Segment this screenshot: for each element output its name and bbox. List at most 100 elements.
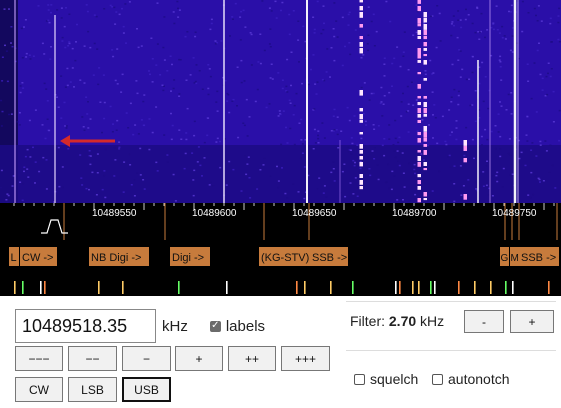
noise-speck (487, 107, 490, 110)
signal-burst (359, 108, 363, 112)
noise-speck (109, 105, 112, 108)
noise-speck (127, 127, 130, 129)
band-tag-nb-digi[interactable]: NB Digi -> (89, 247, 149, 266)
tune-up-large-button[interactable]: +++ (281, 346, 330, 371)
noise-speck (315, 93, 318, 95)
noise-speck (459, 19, 462, 21)
noise-speck (28, 54, 31, 56)
noise-speck (68, 41, 71, 43)
noise-speck (50, 4, 53, 6)
noise-speck (474, 120, 477, 122)
noise-speck (507, 152, 510, 155)
noise-speck (282, 110, 285, 112)
noise-speck (558, 7, 561, 10)
noise-speck (115, 11, 118, 13)
noise-speck (501, 37, 504, 39)
signal-burst (359, 186, 363, 190)
noise-speck (491, 175, 494, 177)
noise-speck (125, 112, 128, 114)
noise-speck (161, 84, 164, 86)
autonotch-checkbox[interactable] (432, 373, 443, 385)
band-tag-cw[interactable]: CW -> (20, 247, 57, 266)
mode-lsb-button[interactable]: LSB (68, 377, 117, 402)
band-tag-m[interactable]: M (510, 247, 519, 266)
filter-widen-button[interactable]: + (510, 310, 554, 333)
noise-speck (420, 153, 423, 155)
noise-speck (61, 40, 64, 42)
noise-speck (209, 28, 212, 31)
tune-up-small-button[interactable]: + (175, 346, 223, 371)
noise-speck (8, 113, 11, 116)
labels-checkbox[interactable]: ✓ (209, 320, 221, 332)
tune-down-small-button[interactable]: − (122, 346, 171, 371)
tick-label-2: 10489600 (192, 208, 237, 219)
noise-speck (379, 102, 382, 105)
tune-down-medium-button[interactable]: −− (68, 346, 117, 371)
noise-speck (207, 93, 210, 96)
noise-speck (263, 49, 266, 52)
labels-toggle[interactable]: ✓ labels (209, 318, 265, 335)
waterfall-display[interactable] (0, 0, 561, 203)
noise-speck (323, 137, 326, 139)
band-tag-ssb[interactable]: SSB -> (310, 247, 348, 266)
mode-usb-button[interactable]: USB (122, 377, 171, 402)
noise-speck (303, 197, 306, 200)
noise-speck (408, 162, 411, 165)
noise-speck (281, 87, 284, 90)
noise-speck (98, 67, 101, 69)
band-tag-digi[interactable]: Digi -> (170, 247, 210, 266)
noise-speck (485, 165, 488, 167)
tune-up-medium-button[interactable]: ++ (228, 346, 276, 371)
band-tag-ssb-2[interactable]: SSB -> (519, 247, 559, 266)
noise-speck (387, 163, 390, 166)
noise-speck (401, 152, 404, 154)
noise-speck (89, 163, 92, 166)
noise-speck (103, 8, 106, 10)
noise-speck (435, 46, 438, 49)
noise-speck (402, 51, 405, 53)
tick-label-3: 10489650 (292, 208, 337, 219)
noise-speck (194, 35, 197, 38)
tune-down-large-button[interactable]: −−− (15, 346, 63, 371)
noise-speck (533, 62, 536, 64)
noise-speck (23, 166, 26, 168)
band-tag-g[interactable]: G (500, 247, 509, 266)
noise-speck (510, 4, 513, 7)
noise-speck (219, 166, 222, 169)
noise-speck (239, 16, 242, 18)
signal-burst (423, 144, 427, 147)
filter-narrow-button[interactable]: - (464, 310, 504, 333)
noise-speck (530, 97, 533, 100)
noise-speck (494, 125, 497, 127)
noise-speck (81, 184, 84, 186)
squelch-checkbox[interactable] (354, 373, 365, 385)
noise-speck (314, 142, 317, 144)
signal-burst (423, 78, 427, 81)
signal-burst (417, 132, 421, 136)
noise-speck (123, 161, 126, 163)
noise-speck (259, 62, 262, 65)
noise-speck (293, 104, 296, 107)
noise-speck (429, 59, 432, 62)
noise-speck (47, 9, 50, 11)
noise-speck (124, 3, 127, 5)
signal-burst (359, 114, 363, 120)
autonotch-toggle[interactable]: autonotch (432, 371, 510, 387)
noise-speck (68, 42, 71, 45)
noise-speck (65, 127, 68, 129)
squelch-toggle[interactable]: squelch (354, 371, 418, 387)
mode-cw-button[interactable]: CW (15, 377, 63, 402)
noise-speck (452, 15, 455, 17)
noise-speck (350, 137, 353, 139)
band-tag-l[interactable]: L (9, 247, 19, 266)
band-tag-kg-stv[interactable]: (KG-STV) (259, 247, 310, 266)
frequency-scale[interactable]: 10489550 10489600 10489650 10489700 1048… (0, 203, 561, 296)
noise-speck (459, 76, 462, 78)
noise-speck (26, 168, 29, 170)
noise-speck (0, 125, 3, 127)
noise-speck (120, 91, 123, 93)
noise-speck (101, 131, 103, 134)
panel-divider (346, 350, 556, 351)
noise-speck (61, 186, 64, 189)
frequency-input[interactable] (15, 309, 156, 343)
